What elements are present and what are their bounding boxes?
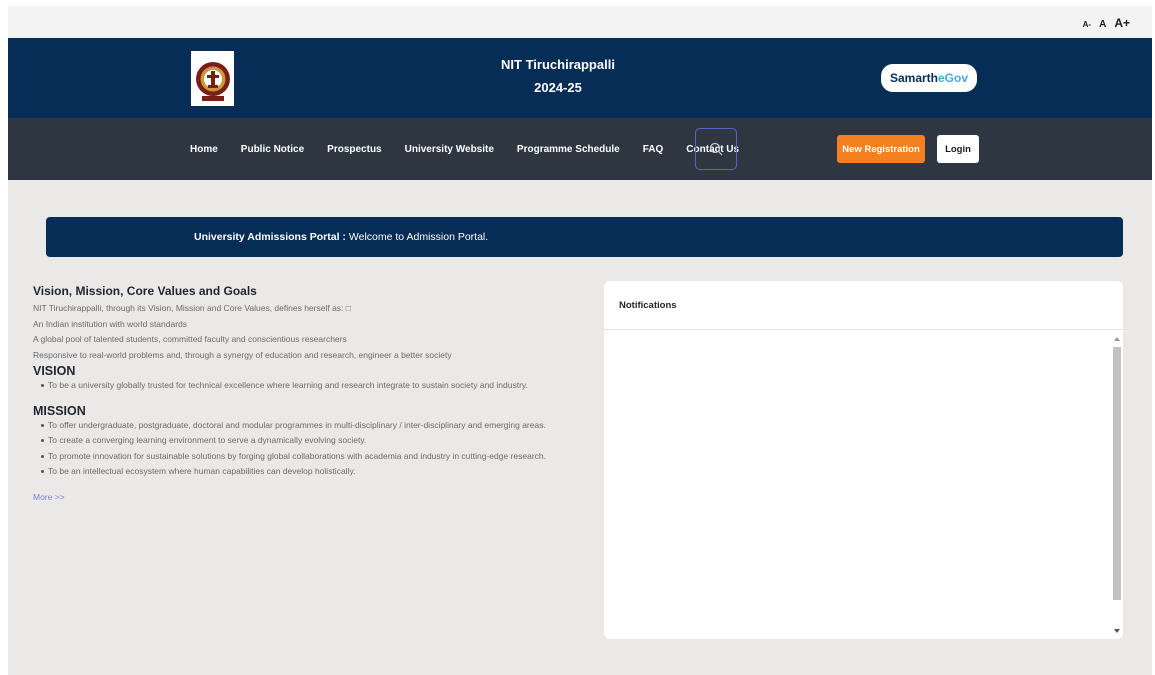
scroll-down-arrow-icon[interactable] bbox=[1114, 629, 1120, 633]
nav-links: Home Public Notice Prospectus University… bbox=[190, 118, 739, 180]
font-reset-button[interactable]: A bbox=[1099, 19, 1106, 30]
institution-logo bbox=[191, 51, 234, 106]
new-registration-button[interactable]: New Registration bbox=[837, 135, 925, 163]
about-point: Responsive to real-world problems and, t… bbox=[33, 349, 452, 360]
page-frame: A- A A+ NIT Tiruchirappalli 2024-25 Sama… bbox=[8, 6, 1152, 675]
notifications-panel: Notifications bbox=[604, 281, 1123, 639]
notifications-scrollbar[interactable] bbox=[1113, 333, 1121, 633]
mission-list: To offer undergraduate, postgraduate, do… bbox=[41, 418, 593, 480]
banner-message: Welcome to Admission Portal. bbox=[348, 231, 489, 243]
nav-prospectus[interactable]: Prospectus bbox=[327, 144, 381, 155]
academic-year: 2024-25 bbox=[534, 80, 582, 95]
font-size-controls: A- A A+ bbox=[1083, 16, 1130, 30]
font-increase-button[interactable]: A+ bbox=[1114, 16, 1130, 30]
login-button[interactable]: Login bbox=[937, 135, 979, 163]
notifications-title: Notifications bbox=[604, 281, 1123, 330]
font-decrease-button[interactable]: A- bbox=[1083, 20, 1091, 29]
mission-heading: MISSION bbox=[33, 403, 86, 418]
samarth-text: Samarth bbox=[889, 71, 938, 85]
nav-home[interactable]: Home bbox=[190, 144, 218, 155]
institution-heading: NIT Tiruchirappalli 2024-25 bbox=[408, 53, 708, 99]
welcome-banner: University Admissions Portal : Welcome t… bbox=[46, 217, 1123, 257]
scroll-up-arrow-icon[interactable] bbox=[1114, 337, 1120, 341]
mission-item: To promote innovation for sustainable so… bbox=[41, 449, 593, 465]
vision-item: To be a university globally trusted for … bbox=[41, 378, 593, 394]
about-point: A global pool of talented students, comm… bbox=[33, 334, 347, 344]
vision-list: To be a university globally trusted for … bbox=[41, 378, 593, 394]
nav-public-notice[interactable]: Public Notice bbox=[241, 144, 304, 155]
institution-name: NIT Tiruchirappalli bbox=[501, 57, 615, 72]
intro-text: NIT Tiruchirappalli, through its Vision,… bbox=[33, 303, 351, 313]
about-section: Vision, Mission, Core Values and Goals N… bbox=[33, 284, 593, 505]
mission-item: To offer undergraduate, postgraduate, do… bbox=[41, 418, 593, 434]
search-button[interactable] bbox=[695, 128, 737, 170]
banner-title: University Admissions Portal : bbox=[194, 231, 346, 243]
egov-text: eGov bbox=[938, 71, 969, 85]
nav-university-website[interactable]: University Website bbox=[405, 144, 494, 155]
samarth-egov-logo[interactable]: Samarth eGov bbox=[881, 64, 977, 92]
nav-programme-schedule[interactable]: Programme Schedule bbox=[517, 144, 620, 155]
header: NIT Tiruchirappalli 2024-25 Samarth eGov bbox=[8, 38, 1152, 118]
more-link[interactable]: More >> bbox=[33, 492, 65, 502]
mission-item: To be an intellectual ecosystem where hu… bbox=[41, 464, 593, 480]
mission-item: To create a converging learning environm… bbox=[41, 433, 593, 449]
about-point: An Indian institution with world standar… bbox=[33, 318, 188, 329]
section-title: Vision, Mission, Core Values and Goals bbox=[33, 284, 257, 298]
search-icon bbox=[709, 142, 723, 156]
emblem-icon bbox=[195, 61, 230, 101]
scrollbar-thumb[interactable] bbox=[1113, 347, 1121, 600]
vision-heading: VISION bbox=[33, 364, 76, 378]
nav-faq[interactable]: FAQ bbox=[643, 144, 664, 155]
main-nav: Home Public Notice Prospectus University… bbox=[8, 118, 1152, 180]
utility-bar: A- A A+ bbox=[8, 6, 1152, 38]
